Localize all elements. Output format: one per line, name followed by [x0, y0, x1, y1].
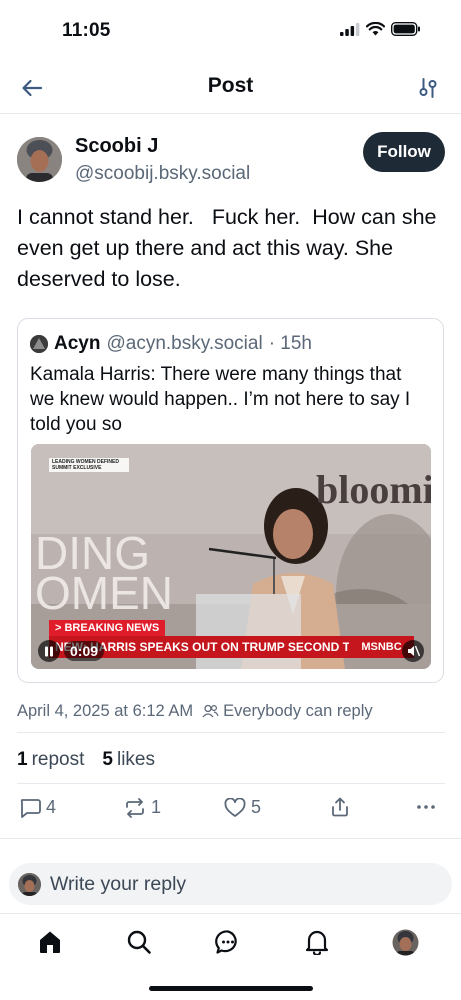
reposts-count: 1	[17, 749, 28, 770]
share-button[interactable]	[330, 797, 350, 817]
home-icon	[40, 931, 60, 953]
quote-header: Acyn @acyn.bsky.social · 15h	[30, 333, 312, 355]
repost-count: 1	[151, 797, 162, 817]
speaker-muted-icon	[407, 645, 420, 657]
chat-icon	[215, 930, 237, 954]
quote-avatar	[30, 335, 48, 353]
heart-icon	[224, 797, 246, 817]
post-actions: 4 1 5	[17, 797, 445, 825]
top-nav: Post	[0, 62, 461, 114]
avatar[interactable]	[17, 137, 62, 182]
exclusive-tag: LEADING WOMEN DEFINED SUMMIT EXCLUSIVE	[49, 458, 129, 472]
tab-chat[interactable]	[213, 927, 243, 957]
mute-button[interactable]	[402, 640, 424, 662]
profile-avatar-icon	[392, 929, 418, 955]
divider	[17, 783, 445, 784]
divider	[0, 838, 461, 839]
channel-name: MSNBC	[361, 641, 402, 653]
tab-search[interactable]	[124, 927, 154, 957]
reply-count: 4	[46, 797, 57, 817]
sliders-icon	[419, 78, 437, 98]
more-options-button[interactable]	[416, 797, 436, 817]
reposts-label: repost	[31, 749, 85, 770]
engagement-stats: 1 repost 5 likes	[17, 746, 155, 774]
video-time: 0:09	[64, 641, 105, 661]
status-time: 11:05	[62, 20, 111, 41]
post-author: Scoobi J @scoobij.bsky.social Follow	[17, 132, 445, 192]
likes-stat[interactable]: 5 likes	[102, 749, 155, 771]
comment-icon	[20, 798, 41, 818]
tab-notifications[interactable]	[302, 927, 332, 957]
ellipsis-icon	[417, 805, 435, 809]
wifi-icon	[366, 22, 385, 36]
quote-timestamp: · 15h	[268, 333, 312, 354]
quote-author-handle: @acyn.bsky.social	[106, 333, 263, 354]
pause-icon	[45, 646, 53, 656]
backdrop-text-3: OMEN	[35, 567, 173, 619]
likes-label: likes	[116, 749, 155, 770]
home-indicator	[149, 986, 313, 991]
quote-avatar-image	[30, 335, 48, 353]
divider	[17, 732, 445, 733]
share-icon	[332, 797, 348, 817]
status-icons	[340, 22, 421, 36]
like-count: 5	[251, 797, 262, 817]
battery-icon	[391, 22, 420, 36]
people-icon	[202, 704, 219, 718]
repost-icon	[126, 797, 144, 818]
reply-input[interactable]: Write your reply	[9, 863, 452, 905]
bell-icon	[305, 930, 329, 955]
like-button[interactable]: 5	[224, 797, 261, 818]
quote-author-name: Acyn	[54, 333, 101, 354]
video-player[interactable]: bloomin DING OMEN LEADING WOMEN DEFINED …	[31, 444, 431, 669]
reply-setting[interactable]: Everybody can reply	[223, 702, 373, 721]
likes-count: 5	[102, 749, 113, 770]
post-meta: April 4, 2025 at 6:12 AM Everybody can r…	[17, 698, 445, 724]
reposts-stat[interactable]: 1 repost	[17, 749, 84, 771]
quote-text: Kamala Harris: There were many things th…	[30, 364, 411, 435]
bottom-tab-bar	[0, 913, 461, 973]
pause-button[interactable]	[38, 640, 60, 662]
search-icon	[127, 930, 151, 954]
current-user-avatar	[18, 872, 41, 896]
author-name[interactable]: Scoobi J	[75, 135, 158, 158]
breaking-news-label: > BREAKING NEWS	[49, 620, 166, 636]
reply-placeholder: Write your reply	[50, 872, 187, 895]
thread-settings-button[interactable]	[415, 74, 441, 102]
tab-profile[interactable]	[390, 927, 420, 957]
signal-icon	[340, 22, 360, 36]
author-handle[interactable]: @scoobij.bsky.social	[75, 163, 250, 185]
page-title: Post	[207, 74, 254, 97]
post-text: I cannot stand her. Fuck her. How can sh…	[17, 205, 443, 291]
quoted-post[interactable]: Acyn @acyn.bsky.social · 15h Kamala Harr…	[17, 318, 444, 683]
avatar-image	[17, 137, 62, 182]
backdrop-text-1: bloomin	[316, 467, 431, 512]
reply-button[interactable]: 4	[19, 797, 56, 818]
follow-button[interactable]: Follow	[363, 132, 445, 172]
repost-button[interactable]: 1	[124, 797, 161, 818]
status-bar: 11:05	[0, 0, 461, 62]
post-date: April 4, 2025 at 6:12 AM	[17, 701, 194, 720]
tab-home[interactable]	[35, 927, 65, 957]
